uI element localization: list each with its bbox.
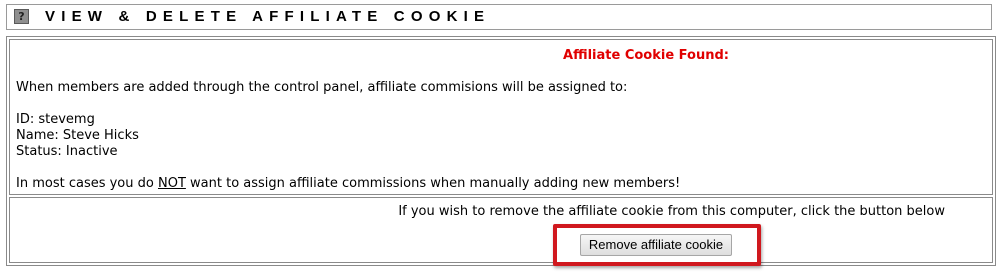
warning-emphasis: NOT bbox=[157, 176, 186, 191]
warning-text: In most cases you do NOT want to assign … bbox=[16, 176, 680, 192]
affiliate-name: Name: Steve Hicks bbox=[16, 128, 139, 143]
remove-instruction: If you wish to remove the affiliate cook… bbox=[398, 204, 945, 219]
warning-prefix: In most cases you do bbox=[16, 176, 158, 191]
affiliate-cookie-table: Affiliate Cookie Found: When members are… bbox=[6, 36, 996, 266]
affiliate-info-cell: Affiliate Cookie Found: When members are… bbox=[9, 39, 993, 195]
remove-cookie-cell: If you wish to remove the affiliate cook… bbox=[9, 197, 993, 266]
remove-affiliate-cookie-button[interactable]: Remove affiliate cookie bbox=[580, 234, 732, 256]
intro-text: When members are added through the contr… bbox=[16, 80, 628, 95]
page-header: ? VIEW & DELETE AFFILIATE COOKIE bbox=[6, 4, 992, 30]
warning-suffix: want to assign affiliate commissions whe… bbox=[185, 176, 681, 191]
help-icon[interactable]: ? bbox=[14, 9, 29, 24]
page-title: VIEW & DELETE AFFILIATE COOKIE bbox=[45, 8, 491, 25]
affiliate-status: Status: Inactive bbox=[16, 144, 118, 159]
affiliate-id: ID: stevemg bbox=[16, 112, 95, 127]
cookie-found-heading: Affiliate Cookie Found: bbox=[563, 48, 729, 63]
